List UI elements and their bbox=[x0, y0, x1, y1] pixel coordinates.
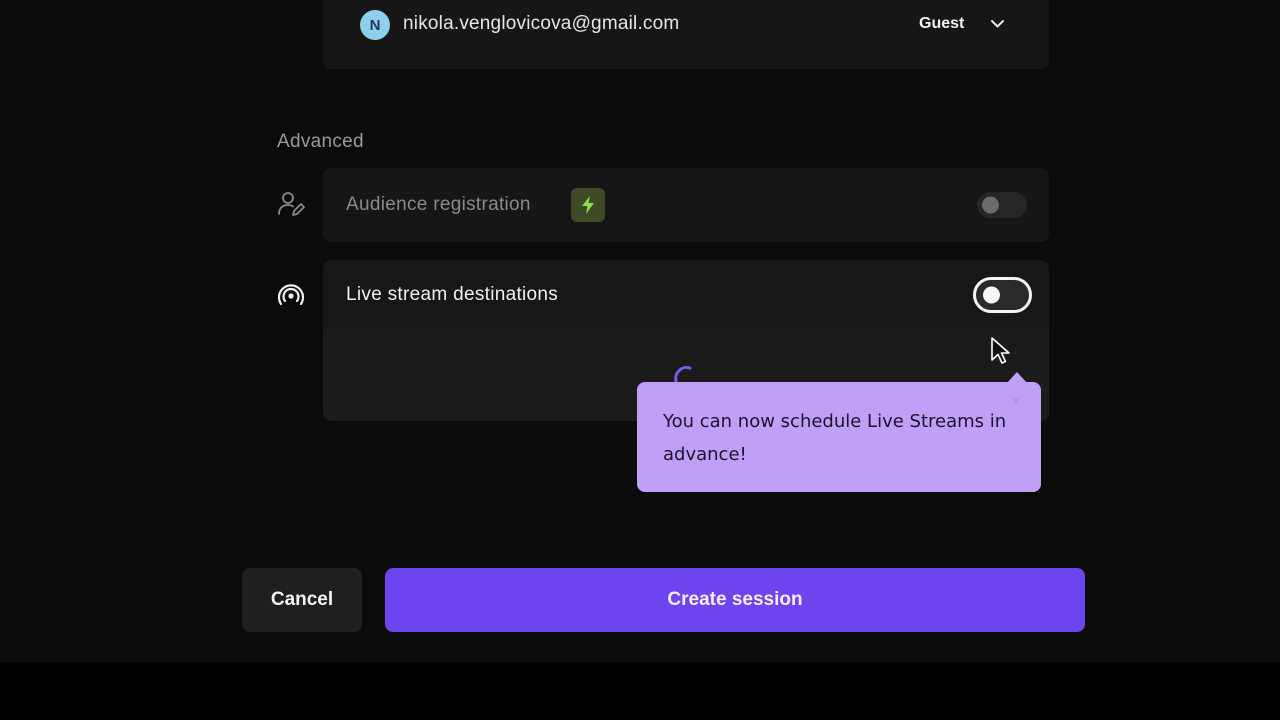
close-icon[interactable]: × bbox=[1012, 392, 1020, 408]
participant-email: nikola.venglovicova@gmail.com bbox=[403, 13, 680, 34]
live-stream-destinations-label: Live stream destinations bbox=[346, 284, 559, 305]
section-title-advanced: Advanced bbox=[277, 131, 364, 152]
cancel-button[interactable]: Cancel bbox=[242, 568, 362, 632]
tooltip-text: You can now schedule Live Streams in adv… bbox=[663, 411, 1007, 465]
toggle-knob bbox=[982, 196, 999, 214]
bolt-icon bbox=[582, 196, 594, 214]
bottom-black-bar bbox=[0, 662, 1280, 720]
live-stream-destinations-toggle[interactable] bbox=[973, 277, 1032, 313]
audience-registration-toggle[interactable] bbox=[977, 192, 1027, 218]
role-dropdown-value[interactable]: Guest bbox=[919, 15, 964, 33]
mouse-cursor-icon bbox=[991, 337, 1010, 364]
chevron-down-icon[interactable] bbox=[990, 18, 1005, 30]
feature-tooltip: You can now schedule Live Streams in adv… bbox=[637, 382, 1041, 492]
audience-registration-label: Audience registration bbox=[346, 194, 531, 215]
toggle-knob bbox=[983, 286, 1000, 304]
create-session-button[interactable]: Create session bbox=[385, 568, 1085, 632]
premium-badge bbox=[571, 188, 605, 222]
avatar: N bbox=[360, 10, 390, 40]
user-edit-icon bbox=[278, 192, 305, 216]
broadcast-icon bbox=[277, 284, 305, 306]
